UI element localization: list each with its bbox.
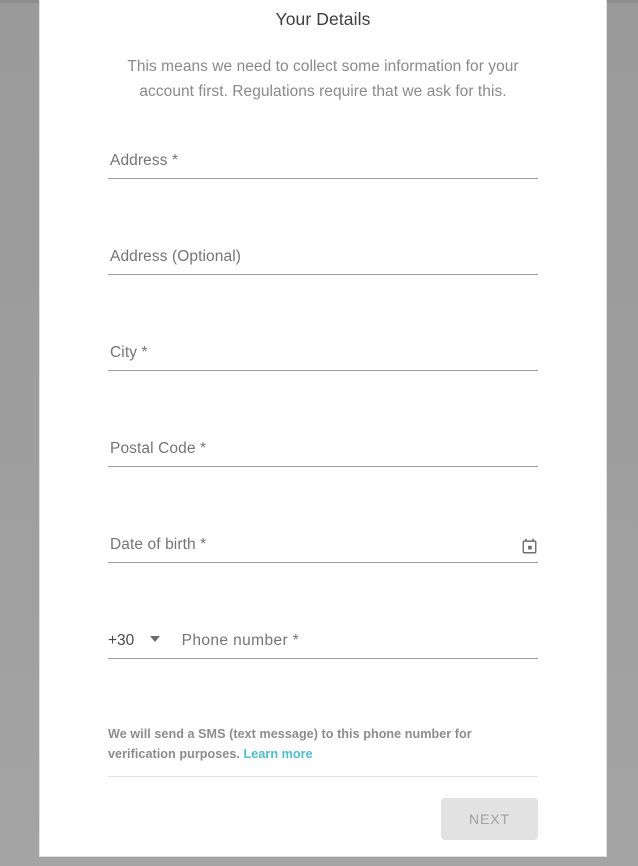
postal-code-input[interactable] xyxy=(108,439,538,466)
dialog-title: Your Details xyxy=(275,9,371,29)
details-dialog: Your Details This means we need to colle… xyxy=(39,0,607,857)
calendar-icon[interactable] xyxy=(520,537,538,555)
next-button[interactable]: NEXT xyxy=(441,798,538,840)
dialog-actions: NEXT xyxy=(108,798,538,840)
country-code-selector[interactable]: +30 xyxy=(108,632,170,658)
field-address-optional xyxy=(108,234,538,330)
field-date-of-birth-underline xyxy=(108,522,538,563)
field-postal-code xyxy=(108,426,538,522)
sms-helper-text: We will send a SMS (text message) to thi… xyxy=(108,724,538,764)
country-code-value: +30 xyxy=(108,632,135,649)
field-address-optional-underline xyxy=(108,234,538,275)
field-phone-underline: +30 xyxy=(108,618,538,659)
address-input[interactable] xyxy=(108,151,538,178)
field-city xyxy=(108,330,538,426)
date-of-birth-input[interactable] xyxy=(108,535,538,562)
field-date-of-birth xyxy=(108,522,538,618)
field-postal-code-underline xyxy=(108,426,538,467)
chevron-down-icon[interactable] xyxy=(149,636,160,643)
field-city-underline xyxy=(108,330,538,371)
details-form: +30 We will send a SMS (text message) to… xyxy=(108,138,538,840)
learn-more-link[interactable]: Learn more xyxy=(244,747,313,761)
field-address xyxy=(108,138,538,234)
address-optional-input[interactable] xyxy=(108,247,538,274)
dialog-subtitle: This means we need to collect some infor… xyxy=(127,58,519,100)
form-divider xyxy=(108,776,538,777)
city-input[interactable] xyxy=(108,343,538,370)
phone-number-input[interactable] xyxy=(169,631,538,658)
field-phone-number: +30 xyxy=(108,618,538,714)
field-address-underline xyxy=(108,138,538,179)
